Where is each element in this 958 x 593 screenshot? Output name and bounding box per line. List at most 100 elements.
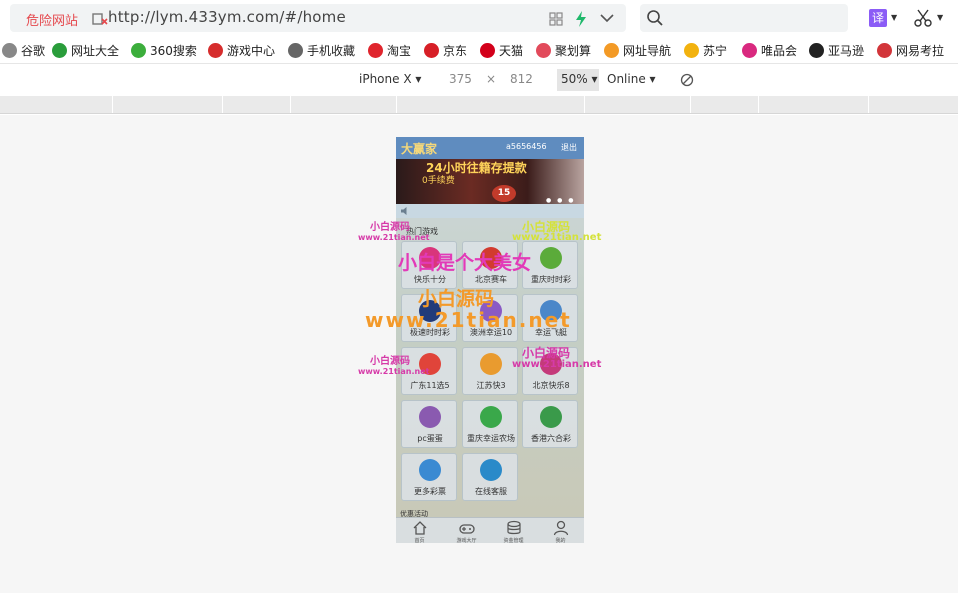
- search-input[interactable]: [640, 4, 848, 32]
- game-tile[interactable]: 香港六合彩: [522, 400, 578, 448]
- bookmark-label: 360搜索: [150, 44, 197, 58]
- game-label: 更多彩票: [414, 487, 446, 496]
- bookmark-item[interactable]: 聚划算: [536, 42, 591, 60]
- bookmark-label: 苏宁: [703, 44, 728, 58]
- device-select[interactable]: iPhone X ▾: [359, 72, 421, 86]
- bookmark-item[interactable]: 360搜索: [131, 42, 197, 60]
- caret-down-icon[interactable]: ▼: [891, 13, 897, 22]
- network-select[interactable]: Online ▾: [607, 72, 656, 86]
- bookmark-item[interactable]: 唯品会: [742, 42, 797, 60]
- game-tile[interactable]: 江苏快3: [462, 347, 518, 395]
- game-logo-icon: [540, 406, 562, 428]
- width-input[interactable]: 375: [449, 72, 472, 86]
- tab-label: 我的: [555, 538, 566, 543]
- rotate-icon[interactable]: [680, 73, 694, 87]
- bookmark-label: 手机收藏: [307, 44, 356, 58]
- url-bar[interactable]: 危险网站 http://lym.433ym.com/#/home: [10, 4, 626, 32]
- phone-viewport[interactable]: 大赢家 a5656456 退出 24小时往籍存提款 0手续费 15 ● ● ● …: [396, 137, 584, 543]
- banner-subline: 0手续费: [422, 176, 455, 186]
- game-tile[interactable]: 更多彩票: [401, 453, 457, 501]
- bookmark-item[interactable]: 网易考拉: [877, 42, 944, 60]
- bookmark-item[interactable]: 天猫: [480, 42, 523, 60]
- chevron-down-icon[interactable]: [599, 12, 615, 24]
- home-icon: [413, 521, 427, 535]
- bookmark-label: 网址大全: [71, 44, 120, 58]
- bookmark-favicon-icon: [368, 43, 383, 58]
- bookmark-label: 京东: [443, 44, 468, 58]
- watermark-url: www.21tian.net: [358, 367, 430, 376]
- logout-link[interactable]: 退出: [561, 142, 577, 153]
- url-text[interactable]: http://lym.433ym.com/#/home: [108, 8, 346, 26]
- game-tile[interactable]: 在线客服: [462, 453, 518, 501]
- bookmark-item[interactable]: 游戏中心: [208, 42, 275, 60]
- speaker-icon: [401, 207, 407, 215]
- bookmark-item[interactable]: 苏宁: [684, 42, 727, 60]
- tab-item[interactable]: 资金管理: [490, 518, 537, 543]
- bookmark-favicon-icon: [809, 43, 824, 58]
- game-logo-icon: [540, 247, 562, 269]
- bookmark-label: 天猫: [499, 44, 524, 58]
- carousel-dots[interactable]: ● ● ●: [546, 197, 576, 204]
- bookmark-item[interactable]: 手机收藏: [288, 42, 355, 60]
- game-logo-icon: [419, 406, 441, 428]
- ruler-tick: [690, 96, 691, 113]
- tab-item[interactable]: 我的: [537, 518, 584, 543]
- certificate-error-icon[interactable]: [92, 12, 108, 26]
- bottom-tab-bar: 首页 游戏大厅 资金管理 我的: [396, 517, 584, 543]
- height-input[interactable]: 812: [510, 72, 533, 86]
- ruler-tick: [112, 96, 113, 113]
- bookmark-item[interactable]: 网址导航: [604, 42, 671, 60]
- bookmark-favicon-icon: [208, 43, 223, 58]
- bookmark-label: 网易考拉: [896, 44, 945, 58]
- address-bar-row: 危险网站 http://lym.433ym.com/#/home 译 ▼ ▼: [0, 0, 958, 36]
- bookmark-item[interactable]: 京东: [424, 42, 467, 60]
- qr-code-icon[interactable]: [549, 12, 563, 26]
- gamepad-icon: [459, 524, 475, 534]
- bookmark-item[interactable]: 谷歌: [2, 42, 45, 60]
- ruler-tick: [584, 96, 585, 113]
- translate-button[interactable]: 译: [869, 9, 887, 27]
- tab-label: 资金管理: [503, 538, 524, 543]
- tab-label: 首页: [414, 538, 425, 543]
- game-tile[interactable]: pc蛋蛋: [401, 400, 457, 448]
- bookmark-item[interactable]: 淘宝: [368, 42, 411, 60]
- media-query-ruler[interactable]: [0, 96, 958, 114]
- watermark-text: 小白源码: [370, 356, 410, 367]
- promo-banner[interactable]: 24小时往籍存提款 0手续费 15 ● ● ●: [396, 159, 584, 204]
- game-logo-icon: [480, 353, 502, 375]
- game-label: 重庆幸运农场: [467, 434, 515, 443]
- bookmarks-bar: 谷歌 网址大全 360搜索 游戏中心 手机收藏 淘宝 京东 天猫 聚划算 网址导航 苏宁 唯品会 亚马逊…: [0, 38, 958, 64]
- watermark-url: www.21tian.net: [365, 308, 572, 332]
- search-icon: [647, 10, 663, 26]
- bookmark-favicon-icon: [52, 43, 67, 58]
- ruler-tick: [290, 96, 291, 113]
- ruler-tick: [758, 96, 759, 113]
- watermark-url: www.21tian.net: [358, 233, 430, 242]
- watermark-url: www.21tian.net: [512, 232, 602, 243]
- bookmark-item[interactable]: 亚马逊: [809, 42, 864, 60]
- game-logo-icon: [419, 459, 441, 481]
- tab-label: 游戏大厅: [456, 538, 477, 543]
- tab-item[interactable]: 首页: [396, 518, 443, 543]
- caret-down-icon[interactable]: ▼: [937, 13, 943, 22]
- danger-site-label[interactable]: 危险网站: [26, 10, 78, 29]
- watermark-text: 小白源码: [370, 222, 410, 233]
- bookmark-label: 谷歌: [21, 44, 46, 58]
- bookmark-item[interactable]: 网址大全: [52, 42, 119, 60]
- tab-item[interactable]: 游戏大厅: [443, 518, 490, 543]
- notice-bar[interactable]: [396, 204, 584, 218]
- ruler-tick: [396, 96, 397, 113]
- times-symbol: ×: [486, 72, 497, 86]
- bookmark-favicon-icon: [131, 43, 146, 58]
- watermark-text: 小白源码: [418, 288, 495, 310]
- app-logo[interactable]: 大赢家: [401, 140, 437, 157]
- zoom-value[interactable]: 50% ▾: [561, 72, 598, 86]
- game-tile[interactable]: 重庆幸运农场: [462, 400, 518, 448]
- scissors-icon[interactable]: [913, 8, 933, 28]
- bookmark-favicon-icon: [536, 43, 551, 58]
- ruler-tick: [868, 96, 869, 113]
- bookmark-favicon-icon: [877, 43, 892, 58]
- game-label: 广东11选5: [410, 381, 450, 390]
- bookmark-label: 游戏中心: [227, 44, 276, 58]
- lightning-icon[interactable]: [574, 10, 588, 28]
